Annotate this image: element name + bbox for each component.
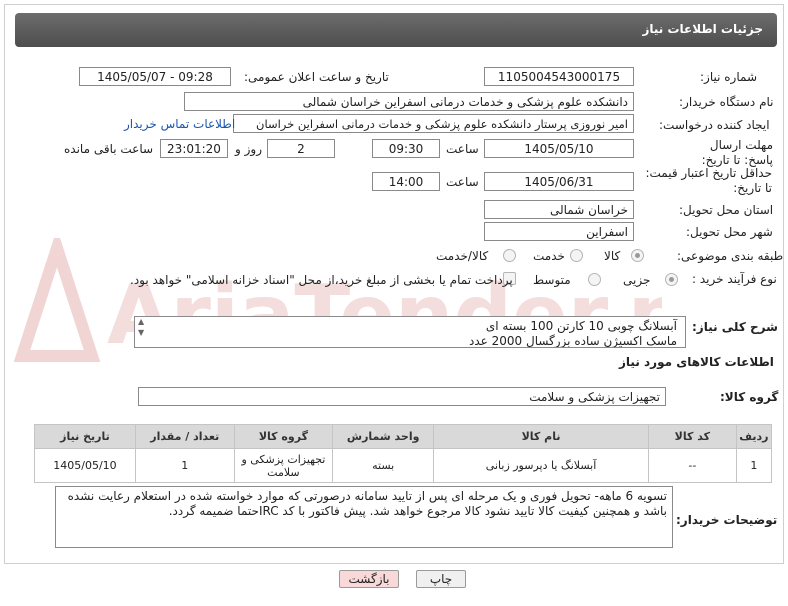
goods-table: ردیف کد کالا نام کالا واحد شمارش گروه کا…: [34, 424, 773, 483]
province-field: خراسان شمالی: [484, 200, 634, 219]
print-button[interactable]: چاپ: [416, 570, 466, 588]
announce-label: تاریخ و ساعت اعلان عمومی:: [244, 70, 389, 84]
price-validity-time-label: ساعت: [446, 175, 479, 189]
cell-item-name: آبسلانگ یا دپرسور زبانی: [433, 448, 649, 483]
price-validity-label: حداقل تاریخ اعتبار قیمت: تا تاریخ:: [645, 166, 772, 195]
col-item-name: نام کالا: [433, 424, 649, 449]
province-label: استان محل تحویل:: [679, 203, 774, 217]
category-radio-goods[interactable]: [631, 249, 644, 262]
scroll-up-icon[interactable]: ▲: [138, 317, 144, 326]
remaining-time-field: 23:01:20: [160, 139, 228, 158]
description-textarea[interactable]: آبسلانگ چوبی 10 کارتن 100 بسته ای ماسک ا…: [134, 316, 686, 348]
days-field: 2: [267, 139, 335, 158]
cell-row-number: 1: [735, 448, 773, 483]
need-number-field: 1105004543000175: [484, 67, 634, 86]
process-radio-medium[interactable]: [588, 273, 601, 286]
category-label: طبقه بندی موضوعی:: [677, 249, 784, 263]
cell-quantity: 1: [134, 448, 235, 483]
cell-item-code: --: [647, 448, 737, 483]
col-item-code: کد کالا: [647, 424, 737, 449]
buyer-org-label: نام دستگاه خریدار:: [679, 95, 774, 109]
category-option-goods: کالا: [604, 249, 621, 263]
category-option-service: خدمت: [533, 249, 565, 263]
buyer-notes-textarea[interactable]: تسویه 6 ماهه- تحویل فوری و یک مرحله ای پ…: [55, 486, 673, 548]
announce-field: 1405/05/07 - 09:28: [79, 67, 231, 86]
need-number-label: شماره نیاز:: [700, 70, 757, 84]
description-label: شرح کلی نیاز:: [692, 320, 778, 334]
scroll-down-icon[interactable]: ▼: [138, 328, 144, 337]
description-line-2: ماسک اکسیژن ساده بزرگسال 2000 عدد: [468, 334, 677, 348]
city-field: اسفراین: [484, 222, 634, 241]
col-quantity: تعداد / مقدار: [134, 424, 235, 449]
process-option-medium: متوسط: [533, 273, 571, 287]
price-validity-date-field: 1405/06/31: [484, 172, 634, 191]
table-header-row: ردیف کد کالا نام کالا واحد شمارش گروه کا…: [34, 424, 773, 449]
remaining-time-label: ساعت باقی مانده: [64, 142, 154, 156]
deadline-time-field: 09:30: [372, 139, 440, 158]
cell-need-date: 1405/05/10: [34, 448, 136, 483]
days-label: روز و: [235, 142, 262, 156]
process-radio-minor[interactable]: [665, 273, 678, 286]
deadline-date-field: 1405/05/10: [484, 139, 634, 158]
process-option-minor: جزیی: [623, 273, 651, 287]
cell-item-group: تجهیزات پزشکی و سلامت: [233, 448, 334, 483]
requester-label: ایجاد کننده درخواست:: [659, 118, 770, 132]
back-button[interactable]: بازگشت: [339, 570, 399, 588]
goods-section-title: اطلاعات کالاهای مورد نیاز: [619, 355, 774, 369]
col-unit: واحد شمارش: [332, 424, 435, 449]
contact-info-link[interactable]: اطلاعات تماس خریدار: [124, 117, 235, 131]
col-need-date: تاریخ نیاز: [34, 424, 136, 449]
goods-group-label: گروه کالا:: [720, 390, 779, 404]
cell-unit: بسته: [332, 448, 435, 483]
requester-field: امیر نوروزی پرستار دانشکده علوم پزشکی و …: [233, 114, 634, 133]
deadline-label: مهلت ارسال پاسخ: تا تاریخ:: [701, 138, 773, 167]
category-option-goods-service: کالا/خدمت: [436, 249, 489, 263]
table-row: 1 -- آبسلانگ یا دپرسور زبانی بسته تجهیزا…: [34, 448, 773, 483]
col-row-number: ردیف: [735, 424, 773, 449]
category-radio-service[interactable]: [570, 249, 583, 262]
col-item-group: گروه کالا: [233, 424, 334, 449]
price-validity-time-field: 14:00: [372, 172, 440, 191]
description-line-1: آبسلانگ چوبی 10 کارتن 100 بسته ای: [485, 319, 677, 333]
buyer-notes-label: توضیحات خریدار:: [676, 513, 778, 527]
category-radio-goods-service[interactable]: [503, 249, 516, 262]
goods-group-field: تجهیزات پزشکی و سلامت: [138, 387, 666, 406]
payment-note: پرداخت تمام یا بخشی از مبلغ خرید،از محل …: [130, 273, 513, 287]
process-label: نوع فرآیند خرید :: [692, 272, 777, 286]
city-label: شهر محل تحویل:: [686, 225, 773, 239]
page-title: جزئیات اطلاعات نیاز: [15, 13, 777, 47]
deadline-time-label: ساعت: [446, 142, 479, 156]
buyer-org-field: دانشکده علوم پزشکی و خدمات درمانی اسفرای…: [184, 92, 634, 111]
